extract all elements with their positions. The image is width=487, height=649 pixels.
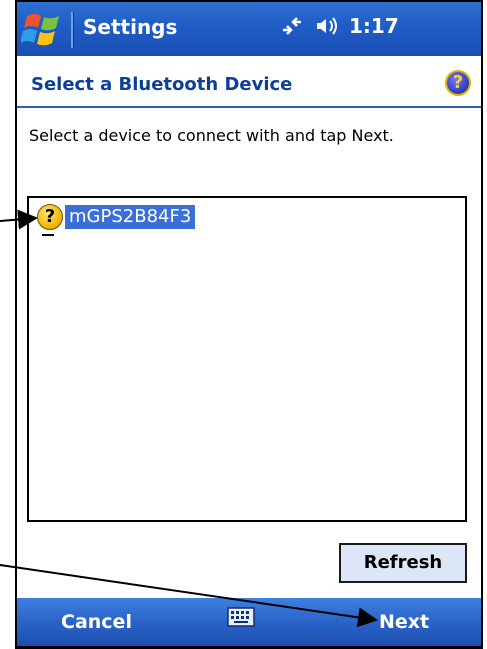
status-area[interactable]: 1:17 [279,14,399,38]
device-list[interactable]: ? mGPS2B84F3 [27,196,467,522]
device-list-item[interactable]: ? mGPS2B84F3 [37,204,196,236]
unknown-device-icon: ? [37,204,63,236]
windows-start-icon[interactable] [21,10,65,50]
connectivity-icon[interactable] [279,16,305,36]
device-name[interactable]: mGPS2B84F3 [65,205,196,229]
help-icon[interactable]: ? [445,70,471,96]
softkey-bar: Cancel Next [17,598,481,646]
instruction-text: Select a device to connect with and tap … [29,126,394,145]
page-header: Select a Bluetooth Device ? [17,56,481,108]
next-softkey[interactable]: Next [379,611,429,633]
refresh-button[interactable]: Refresh [339,543,467,583]
icon-underline [42,234,54,236]
device-screen: Settings 1:17 Select a Bluetooth Device … [15,0,483,649]
app-title: Settings [83,15,178,39]
clock[interactable]: 1:17 [349,14,399,38]
title-bar: Settings 1:17 [17,0,481,56]
cancel-softkey[interactable]: Cancel [61,611,132,633]
page-title: Select a Bluetooth Device [31,74,293,95]
title-separator [71,12,74,48]
keyboard-icon[interactable] [227,606,255,628]
volume-icon[interactable] [315,16,339,36]
